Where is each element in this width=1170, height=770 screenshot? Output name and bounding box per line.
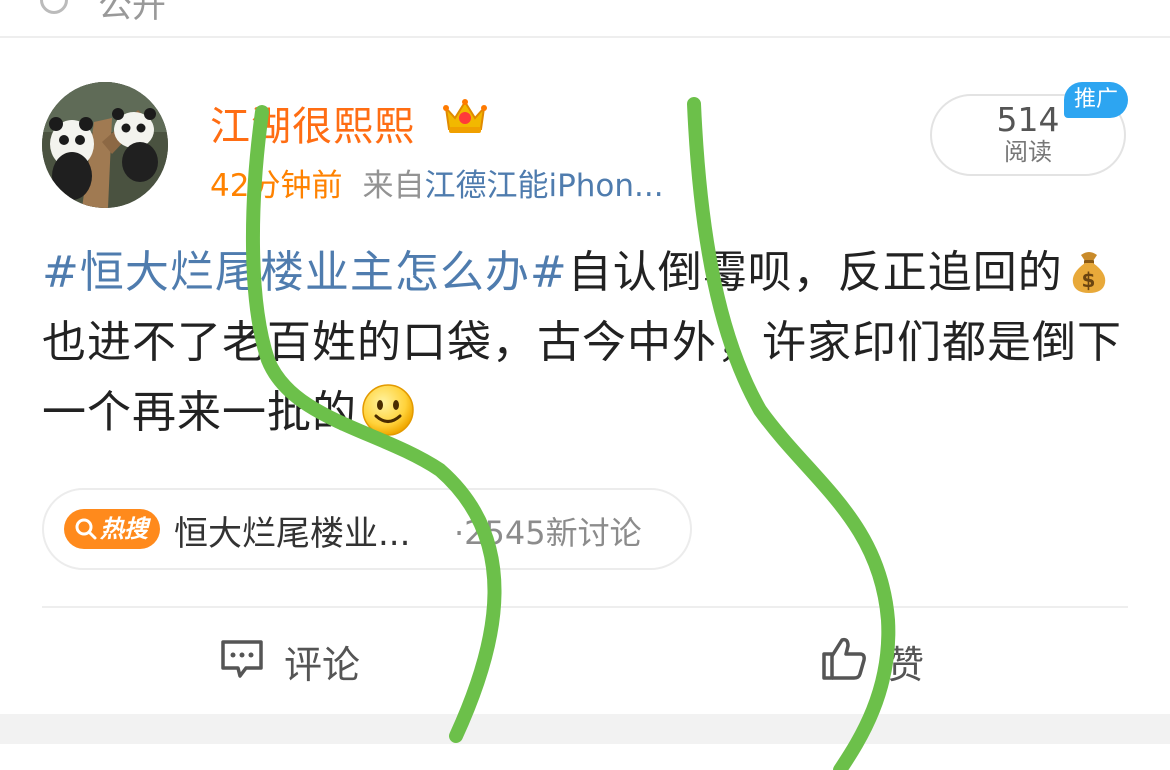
divider xyxy=(42,606,1128,608)
thumbs-up-icon xyxy=(822,637,866,680)
smile-emoji xyxy=(362,384,414,436)
post-meta: 42分钟前 来自江德江能iPhon... xyxy=(210,160,664,205)
hot-topic-title: 恒大烂尾楼业... xyxy=(174,514,411,554)
search-icon xyxy=(75,518,97,540)
post-source-link[interactable]: 江德江能iPhon... xyxy=(424,168,663,204)
hashtag-link[interactable]: #恒大烂尾楼业主怎么办# xyxy=(42,247,568,298)
hot-search-badge: 热搜 xyxy=(64,509,160,549)
svg-text:$: $ xyxy=(1081,268,1096,292)
hot-topic-card[interactable]: 热搜 恒大烂尾楼业... ·2545新讨论 xyxy=(42,488,692,570)
comment-label: 评论 xyxy=(284,643,361,687)
like-label: 赞 xyxy=(886,643,925,687)
post-text-part-1: 自认倒霉呗，反正追回的 xyxy=(567,247,1063,298)
hot-search-label: 热搜 xyxy=(100,515,148,543)
avatar[interactable] xyxy=(42,82,168,208)
vip-crown-icon[interactable] xyxy=(442,96,488,136)
previous-post-footer: 公开 xyxy=(0,0,1170,36)
weibo-post-screen: 公开 江湖很熙熙 42分钟前 来自江德江能iPhon... 514 阅读 推广 … xyxy=(0,0,1170,770)
next-post-preview xyxy=(0,744,1170,770)
money-bag-emoji: $ xyxy=(1072,252,1105,293)
visibility-label: 公开 xyxy=(98,0,166,26)
divider xyxy=(0,36,1170,38)
post-text-part-2: 也进不了老百姓的口袋，古今中外，许家印们都是倒下一个再来一批的 xyxy=(42,317,1122,438)
post-time: 42分钟前 xyxy=(210,168,343,204)
read-count-label: 阅读 xyxy=(1004,138,1052,166)
post-content: #恒大烂尾楼业主怎么办#自认倒霉呗，反正追回的 $ 也进不了老百姓的口袋，古今中… xyxy=(42,238,1132,448)
feed-separator xyxy=(0,714,1170,744)
comment-icon xyxy=(221,640,263,678)
hot-topic-discussion-count: ·2545新讨论 xyxy=(454,514,642,552)
post-source-prefix: 来自 xyxy=(362,168,425,204)
visibility-icon xyxy=(40,0,68,14)
panda-avatar-image xyxy=(42,82,168,208)
username[interactable]: 江湖很熙熙 xyxy=(210,94,415,152)
promoted-badge: 推广 xyxy=(1064,82,1128,118)
